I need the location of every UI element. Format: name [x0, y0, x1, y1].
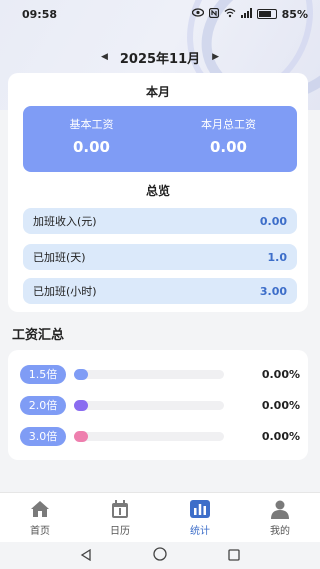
salary-box: 基本工资 0.00 本月总工资 0.00	[23, 106, 297, 172]
chevron-right-icon[interactable]: ▶	[212, 52, 219, 62]
progress-track	[74, 430, 224, 442]
month-label[interactable]: 2025年11月	[120, 48, 200, 67]
tab-calendar-label: 日历	[110, 526, 130, 537]
multiplier-badge: 3.0倍	[20, 426, 66, 446]
recent-apps-icon[interactable]	[227, 546, 240, 565]
chevron-left-icon[interactable]: ◀	[101, 52, 108, 62]
battery-icon	[256, 9, 277, 19]
overtime-income-value: 0.00	[259, 214, 287, 228]
progress-fill	[74, 368, 88, 380]
multiplier-row: 3.0倍 0.00%	[20, 426, 300, 446]
overtime-days-value: 1.0	[267, 250, 288, 264]
overtime-income-label: 加班收入(元)	[33, 215, 97, 228]
total-salary: 本月总工资 0.00	[160, 106, 297, 172]
signal-icon	[240, 7, 252, 21]
overtime-days-row[interactable]: 已加班(天) 1.0	[23, 244, 297, 270]
base-salary-value: 0.00	[72, 138, 110, 156]
battery-percent: 85%	[281, 7, 308, 21]
overtime-income-row[interactable]: 加班收入(元) 0.00	[23, 208, 297, 234]
salary-summary-card: 1.5倍 0.00% 2.0倍 0.00% 3.0倍 0.00%	[8, 350, 308, 460]
tab-profile[interactable]: 我的	[240, 493, 320, 542]
total-salary-label: 本月总工资	[201, 118, 256, 131]
multiplier-badge: 2.0倍	[20, 395, 66, 415]
tab-statistics-label: 统计	[190, 526, 210, 537]
nfc-icon	[208, 7, 219, 21]
eye-icon	[191, 8, 204, 20]
system-navigation-bar	[0, 542, 320, 569]
bottom-tab-bar: 首页 日历 统计 我的	[0, 492, 320, 542]
home-circle-icon[interactable]	[153, 546, 167, 565]
calendar-icon	[109, 499, 131, 519]
percent-value: 0.00%	[261, 429, 300, 443]
tab-statistics[interactable]: 统计	[160, 493, 240, 542]
percent-value: 0.00%	[261, 398, 300, 412]
salary-summary-title: 工资汇总	[12, 328, 65, 343]
overtime-hours-label: 已加班(小时)	[33, 285, 97, 298]
wifi-icon	[224, 8, 236, 21]
multiplier-badge: 1.5倍	[20, 364, 66, 384]
progress-track	[74, 399, 224, 411]
this-month-title: 本月	[145, 85, 170, 99]
status-bar: 09:58 85%	[0, 0, 320, 28]
status-time: 09:58	[22, 7, 58, 21]
progress-track	[74, 368, 224, 380]
overtime-hours-value: 3.00	[259, 284, 287, 298]
tab-profile-label: 我的	[270, 526, 290, 537]
chart-icon	[189, 499, 211, 519]
percent-value: 0.00%	[261, 367, 300, 381]
tab-home-label: 首页	[30, 526, 50, 537]
multiplier-row: 2.0倍 0.00%	[20, 395, 300, 415]
monthly-card: 本月 基本工资 0.00 本月总工资 0.00 总览 加班收入(元) 0.00 …	[8, 73, 308, 312]
progress-fill	[74, 399, 88, 411]
month-selector: ◀ 2025年11月 ▶	[0, 47, 320, 67]
multiplier-row: 1.5倍 0.00%	[20, 364, 300, 384]
tab-calendar[interactable]: 日历	[80, 493, 160, 542]
progress-fill	[74, 430, 88, 442]
base-salary-label: 基本工资	[69, 118, 114, 131]
overtime-hours-row[interactable]: 已加班(小时) 3.00	[23, 278, 297, 304]
tab-home[interactable]: 首页	[0, 493, 80, 542]
back-icon[interactable]	[80, 546, 92, 565]
home-icon	[29, 499, 51, 519]
base-salary[interactable]: 基本工资 0.00	[23, 106, 160, 172]
total-salary-value: 0.00	[209, 138, 247, 156]
overview-title: 总览	[145, 184, 170, 198]
person-icon	[269, 499, 291, 519]
overtime-days-label: 已加班(天)	[33, 251, 86, 264]
